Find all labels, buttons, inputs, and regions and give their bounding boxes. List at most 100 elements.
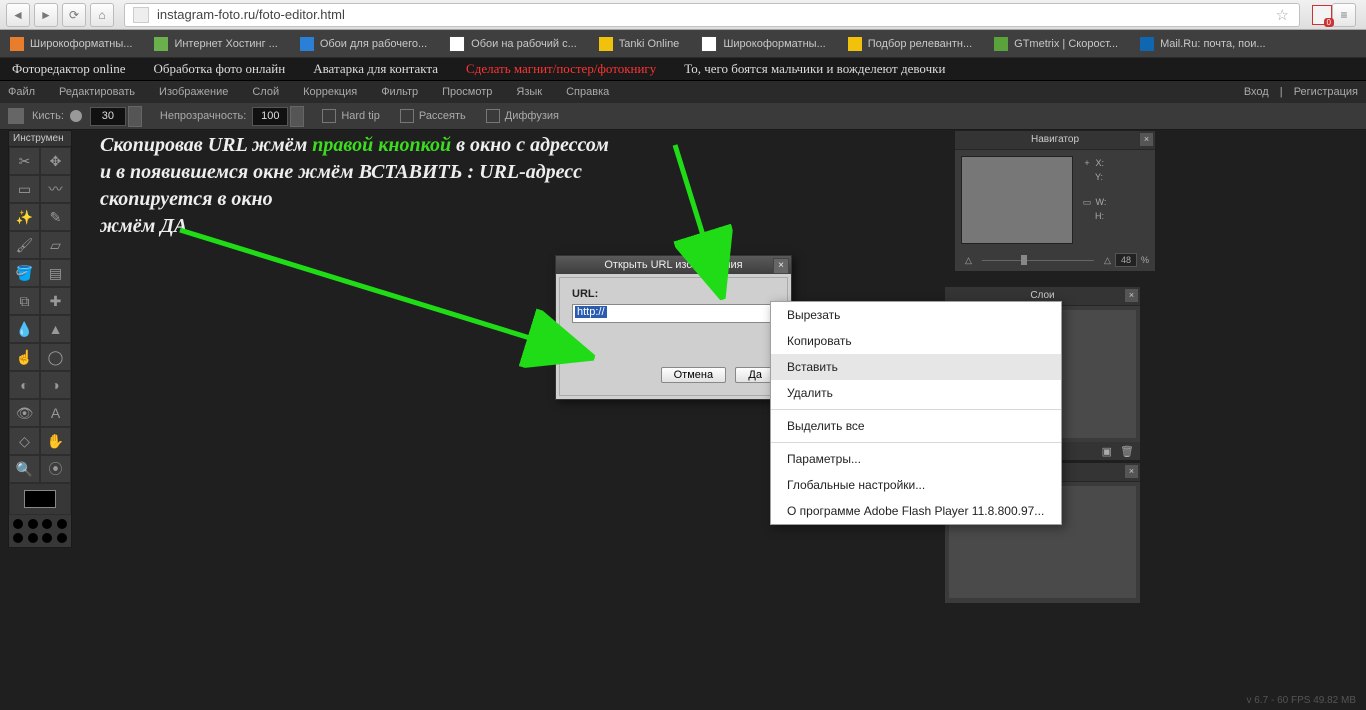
- eyedropper-tool[interactable]: ⦿: [40, 455, 71, 483]
- bookmark-item[interactable]: Подбор релевантн...: [848, 37, 972, 51]
- ctx-selectall[interactable]: Выделить все: [771, 413, 1061, 439]
- opacity-spinner[interactable]: [290, 106, 304, 127]
- ctx-about[interactable]: О программе Adobe Flash Player 11.8.800.…: [771, 498, 1061, 524]
- ctx-cut[interactable]: Вырезать: [771, 302, 1061, 328]
- back-button[interactable]: ◄: [6, 3, 30, 27]
- bucket-tool[interactable]: 🪣: [9, 259, 40, 287]
- reload-button[interactable]: ⟳: [62, 3, 86, 27]
- bookmark-item[interactable]: Широкоформатны...: [10, 37, 132, 51]
- close-icon[interactable]: ×: [1125, 289, 1138, 302]
- menu-button[interactable]: ≡: [1332, 3, 1356, 27]
- browser-chrome: ◄ ► ⟳ ⌂ instagram-foto.ru/foto-editor.ht…: [0, 0, 1366, 30]
- zoom-in-icon[interactable]: △: [1104, 255, 1111, 266]
- menubar: Файл Редактировать Изображение Слой Корр…: [0, 81, 1366, 103]
- url-bar[interactable]: instagram-foto.ru/foto-editor.html ☆: [124, 3, 1300, 27]
- gradient-tool[interactable]: ▤: [40, 259, 71, 287]
- topnav-link[interactable]: Сделать магнит/постер/фотокнигу: [466, 61, 656, 77]
- ctx-paste[interactable]: Вставить: [771, 354, 1061, 380]
- move-tool[interactable]: ✥: [40, 147, 71, 175]
- site-topnav: Фоторедактор online Обработка фото онлай…: [0, 57, 1366, 81]
- tool-panel-title: Инструмен: [9, 131, 71, 147]
- wand-tool[interactable]: ✨: [9, 203, 40, 231]
- extension-icon[interactable]: [1312, 5, 1332, 25]
- zoom-value[interactable]: 48: [1115, 253, 1137, 267]
- pencil-tool[interactable]: ✎: [40, 203, 71, 231]
- context-menu: Вырезать Копировать Вставить Удалить Выд…: [770, 301, 1062, 525]
- menu-adjust[interactable]: Коррекция: [303, 86, 357, 98]
- bookmark-item[interactable]: Интернет Хостинг ...: [154, 37, 277, 51]
- bookmark-item[interactable]: GTmetrix | Скорост...: [994, 37, 1118, 51]
- cancel-button[interactable]: Отмена: [661, 367, 726, 383]
- close-icon[interactable]: ×: [1140, 133, 1153, 146]
- menu-edit[interactable]: Редактировать: [59, 86, 135, 98]
- topnav-link[interactable]: То, чего боятся мальчики и вожделеют дев…: [684, 61, 945, 77]
- bookmark-item[interactable]: Широкоформатны...: [701, 36, 825, 52]
- brush-size[interactable]: 30: [90, 107, 126, 126]
- lasso-tool[interactable]: 〰: [40, 175, 71, 203]
- menu-image[interactable]: Изображение: [159, 86, 228, 98]
- status-text: v 6.7 - 60 FPS 49.82 MB: [1247, 695, 1357, 706]
- ctx-copy[interactable]: Копировать: [771, 328, 1061, 354]
- nav-thumb[interactable]: [961, 156, 1073, 244]
- marquee-tool[interactable]: ▭: [9, 175, 40, 203]
- ctx-params[interactable]: Параметры...: [771, 446, 1061, 472]
- type-tool[interactable]: A: [40, 399, 71, 427]
- opacity-value[interactable]: 100: [252, 107, 288, 126]
- hand-tool[interactable]: ✋: [40, 427, 71, 455]
- url-input[interactable]: http://: [572, 304, 775, 323]
- crop-tool[interactable]: ✂: [9, 147, 40, 175]
- redeye-tool[interactable]: 👁: [9, 399, 40, 427]
- shape-tool[interactable]: ◇: [9, 427, 40, 455]
- new-layer-icon[interactable]: ▣: [1102, 445, 1112, 458]
- topnav-link[interactable]: Фоторедактор online: [12, 61, 126, 77]
- navigator-panel: Навигатор× + X:Y: ▭ W:H: △ △ 48 %: [954, 130, 1156, 272]
- login-link[interactable]: Вход: [1244, 86, 1269, 98]
- clone-tool[interactable]: ⧉: [9, 287, 40, 315]
- brush-spinner[interactable]: [128, 106, 142, 127]
- smudge-tool[interactable]: ☝: [9, 343, 40, 371]
- pencil-icon: [8, 108, 24, 124]
- brush-presets[interactable]: [9, 515, 71, 547]
- sponge-tool[interactable]: ◯: [40, 343, 71, 371]
- topnav-link[interactable]: Аватарка для контакта: [313, 61, 438, 77]
- burn-tool[interactable]: ◑: [40, 371, 71, 399]
- menu-lang[interactable]: Язык: [516, 86, 542, 98]
- home-button[interactable]: ⌂: [90, 3, 114, 27]
- hardtip-checkbox[interactable]: [322, 109, 336, 123]
- options-toolbar: Кисть: 30 Непрозрачность: 100 Hard tip Р…: [0, 103, 1366, 130]
- delete-layer-icon[interactable]: 🗑: [1120, 445, 1134, 458]
- ctx-global[interactable]: Глобальные настройки...: [771, 472, 1061, 498]
- scatter-checkbox[interactable]: [400, 109, 414, 123]
- diffuse-checkbox[interactable]: [486, 109, 500, 123]
- page-favicon: [133, 7, 149, 23]
- bookmark-item[interactable]: Обои на рабочий с...: [449, 36, 577, 52]
- instruction-text: Скопировав URL жмём правой кнопкой в окн…: [100, 132, 790, 240]
- zoom-slider[interactable]: [982, 260, 1094, 261]
- bookmark-item[interactable]: Mail.Ru: почта, пои...: [1140, 37, 1266, 51]
- register-link[interactable]: Регистрация: [1294, 86, 1358, 98]
- menu-help[interactable]: Справка: [566, 86, 609, 98]
- star-icon[interactable]: ☆: [1276, 6, 1289, 24]
- color-swatch[interactable]: [9, 483, 71, 515]
- menu-filter[interactable]: Фильтр: [381, 86, 418, 98]
- forward-button[interactable]: ►: [34, 3, 58, 27]
- menu-layer[interactable]: Слой: [252, 86, 279, 98]
- heal-tool[interactable]: ✚: [40, 287, 71, 315]
- menu-view[interactable]: Просмотр: [442, 86, 492, 98]
- brush-preview-icon[interactable]: [70, 110, 82, 122]
- sharpen-tool[interactable]: ▲: [40, 315, 71, 343]
- bookmark-item[interactable]: Обои для рабочего...: [300, 37, 427, 51]
- zoom-out-icon[interactable]: △: [965, 255, 972, 266]
- menu-file[interactable]: Файл: [8, 86, 35, 98]
- dodge-tool[interactable]: ◐: [9, 371, 40, 399]
- eraser-tool[interactable]: ▱: [40, 231, 71, 259]
- bookmark-item[interactable]: Tanki Online: [599, 37, 680, 51]
- ctx-delete[interactable]: Удалить: [771, 380, 1061, 406]
- brush-tool[interactable]: 🖌: [9, 231, 40, 259]
- close-icon[interactable]: ×: [1125, 465, 1138, 478]
- zoom-tool[interactable]: 🔍: [9, 455, 40, 483]
- opacity-label: Непрозрачность:: [160, 110, 246, 122]
- topnav-link[interactable]: Обработка фото онлайн: [154, 61, 286, 77]
- blur-tool[interactable]: 💧: [9, 315, 40, 343]
- close-icon[interactable]: ×: [773, 258, 789, 274]
